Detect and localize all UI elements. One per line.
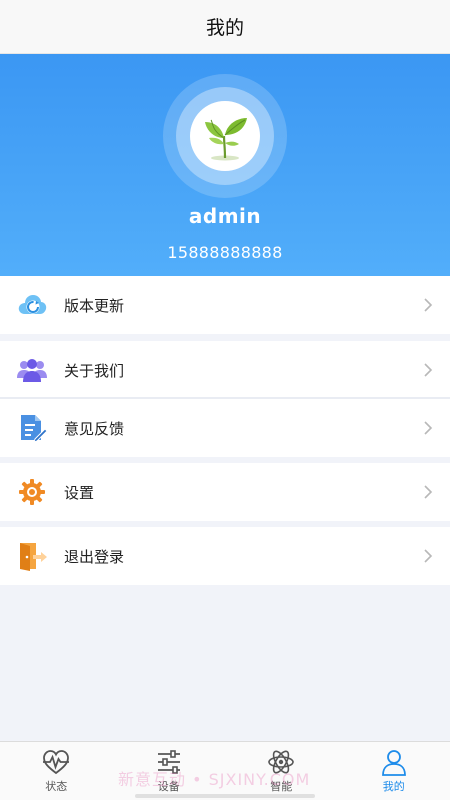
sliders-icon: [157, 750, 180, 774]
avatar-ring: [163, 74, 287, 198]
person-icon: [381, 750, 406, 776]
tab-status[interactable]: 状态: [0, 742, 113, 800]
document-edit-icon: [21, 415, 48, 443]
profile-header: admin 15888888888: [0, 54, 450, 276]
cloud-refresh-icon: [18, 295, 47, 314]
tab-label-smart: 智能: [270, 780, 293, 793]
menu-item-settings[interactable]: 设置: [0, 463, 450, 521]
home-indicator: [135, 794, 315, 798]
tab-label-devices: 设备: [157, 780, 180, 793]
menu-label-about-us: 关于我们: [64, 361, 125, 380]
menu-item-feedback[interactable]: 意见反馈: [0, 399, 450, 457]
chevron-right-icon: [424, 549, 433, 563]
menu-item-about-us[interactable]: 关于我们: [0, 341, 450, 399]
menu-item-logout[interactable]: 退出登录: [0, 527, 450, 585]
plant-avatar-icon: [205, 118, 247, 161]
atom-icon: [268, 750, 295, 774]
tab-label-mine: 我的: [382, 780, 405, 793]
top-bar: 我的: [0, 0, 450, 54]
pulse-heart-icon: [43, 750, 70, 775]
menu-label-version-update: 版本更新: [64, 296, 125, 315]
menu-label-feedback: 意见反馈: [64, 419, 125, 438]
chevron-right-icon: [424, 421, 433, 435]
avatar[interactable]: [190, 101, 260, 171]
menu-item-version-update[interactable]: 版本更新: [0, 276, 450, 334]
menu-label-logout: 退出登录: [64, 547, 125, 566]
bottom-tab-bar: 状态 设备 智能 我的: [0, 741, 450, 800]
page-title: 我的: [205, 17, 244, 39]
exit-door-icon: [20, 543, 47, 571]
chevron-right-icon: [424, 298, 433, 312]
tab-smart[interactable]: 智能: [225, 742, 338, 800]
tab-mine[interactable]: 我的: [338, 742, 450, 800]
username: admin: [188, 204, 262, 228]
users-group-icon: [17, 359, 47, 382]
menu-label-settings: 设置: [64, 483, 95, 502]
chevron-right-icon: [424, 363, 433, 377]
tab-label-status: 状态: [45, 780, 68, 793]
gear-icon: [19, 479, 45, 505]
chevron-right-icon: [424, 485, 433, 499]
tab-devices[interactable]: 设备: [113, 742, 226, 800]
phone-number: 15888888888: [167, 243, 283, 262]
